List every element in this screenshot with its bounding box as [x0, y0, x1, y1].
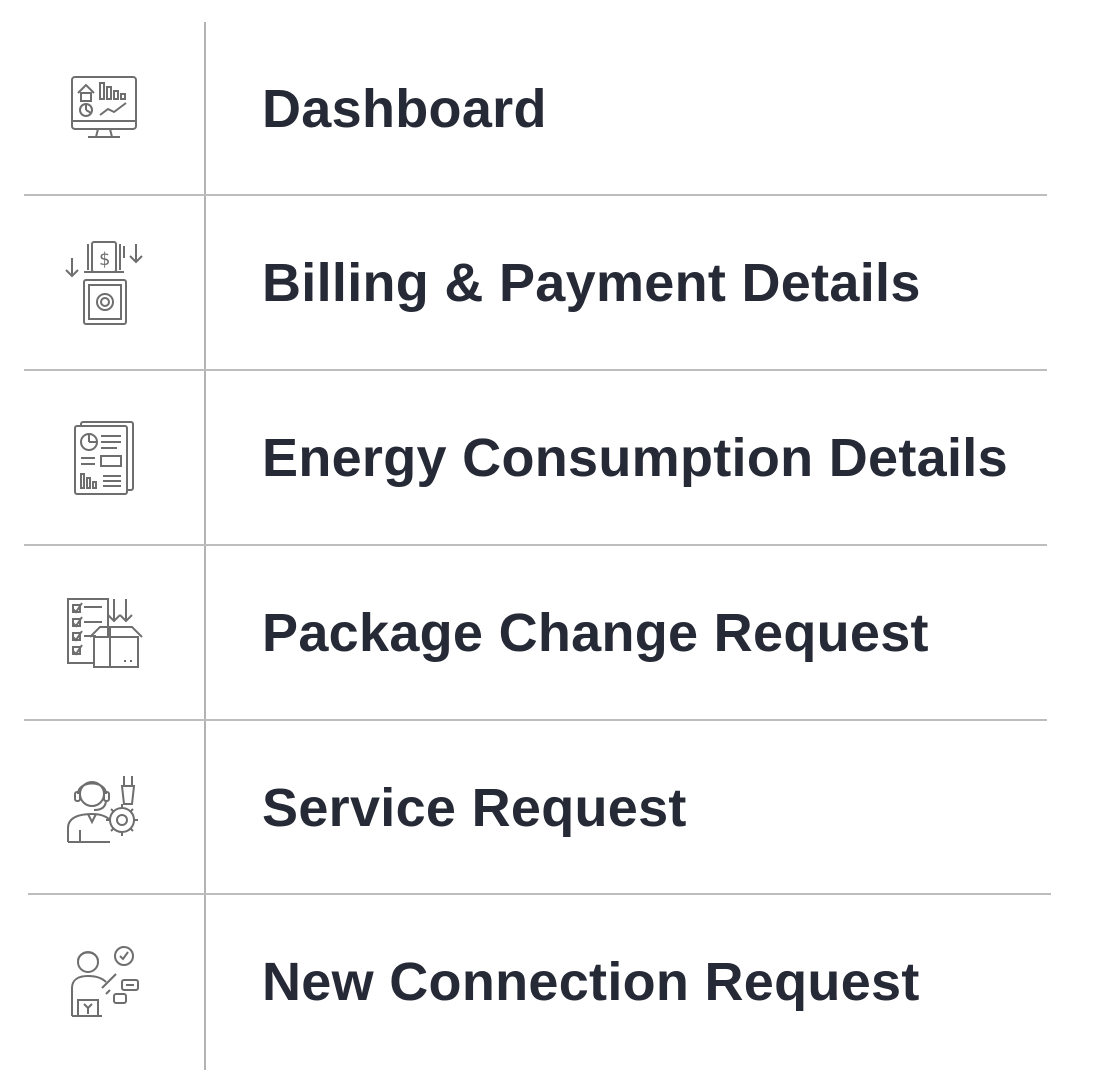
menu-item-label: Service Request [262, 778, 687, 838]
dashboard-monitor-icon [64, 69, 144, 149]
service-menu: Dashboard $ Billing & Payment Details En… [0, 0, 1120, 1091]
menu-item-label: Package Change Request [262, 603, 929, 663]
menu-item-new-connection[interactable]: New Connection Request [24, 895, 1047, 1069]
menu-item-dashboard[interactable]: Dashboard [24, 22, 1047, 196]
menu-item-label: Billing & Payment Details [262, 253, 921, 313]
svg-text:$: $ [99, 249, 110, 270]
menu-item-service-request[interactable]: Service Request [24, 721, 1047, 895]
package-checklist-icon [64, 593, 144, 673]
consumption-report-icon [64, 418, 144, 498]
menu-item-package-change[interactable]: Package Change Request [24, 546, 1047, 720]
menu-item-label: Dashboard [262, 79, 547, 139]
menu-item-billing-payment[interactable]: $ Billing & Payment Details [24, 196, 1047, 370]
new-connection-icon [64, 942, 144, 1022]
menu-item-energy-consumption[interactable]: Energy Consumption Details [24, 371, 1047, 545]
menu-item-label: New Connection Request [262, 952, 920, 1012]
service-support-icon [64, 768, 144, 848]
billing-safe-icon: $ [64, 241, 144, 325]
menu-item-label: Energy Consumption Details [262, 428, 1008, 488]
